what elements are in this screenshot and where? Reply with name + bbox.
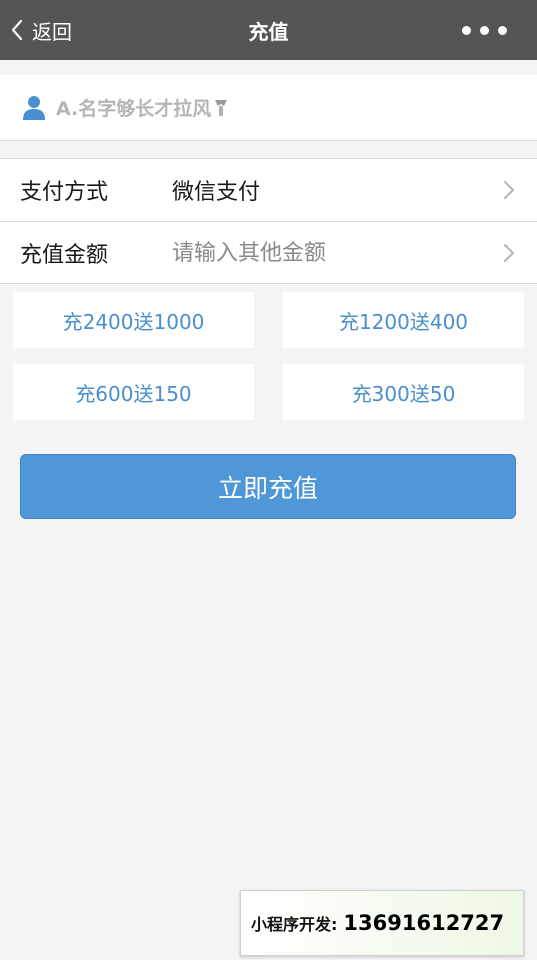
user-name: A.名字够长才拉风 xyxy=(56,98,212,120)
amount-input[interactable] xyxy=(172,233,472,273)
amount-option[interactable]: 充600送150 xyxy=(13,364,254,420)
amount-row: 充值金额 xyxy=(0,222,537,284)
promo-label: 小程序开发: xyxy=(251,915,338,934)
promo-banner[interactable]: 小程序开发: 13691612727 xyxy=(240,890,524,956)
page-title: 充值 xyxy=(248,19,289,44)
pay-method-row[interactable]: 支付方式 微信支付 xyxy=(0,159,537,221)
promo-phone: 13691612727 xyxy=(343,911,505,935)
badge-icon xyxy=(215,99,228,116)
more-menu-button[interactable] xyxy=(462,0,507,60)
chevron-right-icon xyxy=(504,244,514,262)
user-info-row: A.名字够长才拉风 xyxy=(0,75,537,141)
recharge-button[interactable]: 立即充值 xyxy=(20,454,516,519)
chevron-right-icon xyxy=(504,181,514,199)
pay-method-label: 支付方式 xyxy=(20,180,109,205)
amount-option[interactable]: 充2400送1000 xyxy=(13,292,254,348)
payment-form: 支付方式 微信支付 充值金额 xyxy=(0,158,537,284)
back-button[interactable]: 返回 xyxy=(10,0,72,60)
amount-label: 充值金额 xyxy=(20,243,109,268)
back-label: 返回 xyxy=(32,19,72,44)
amount-option[interactable]: 充1200送400 xyxy=(283,292,524,348)
amount-option[interactable]: 充300送50 xyxy=(283,364,524,420)
more-dots-icon xyxy=(462,25,471,35)
navigation-bar: 返回 充值 xyxy=(0,0,537,60)
pay-method-value: 微信支付 xyxy=(172,180,261,205)
user-icon xyxy=(23,95,45,120)
chevron-left-icon xyxy=(11,19,23,41)
